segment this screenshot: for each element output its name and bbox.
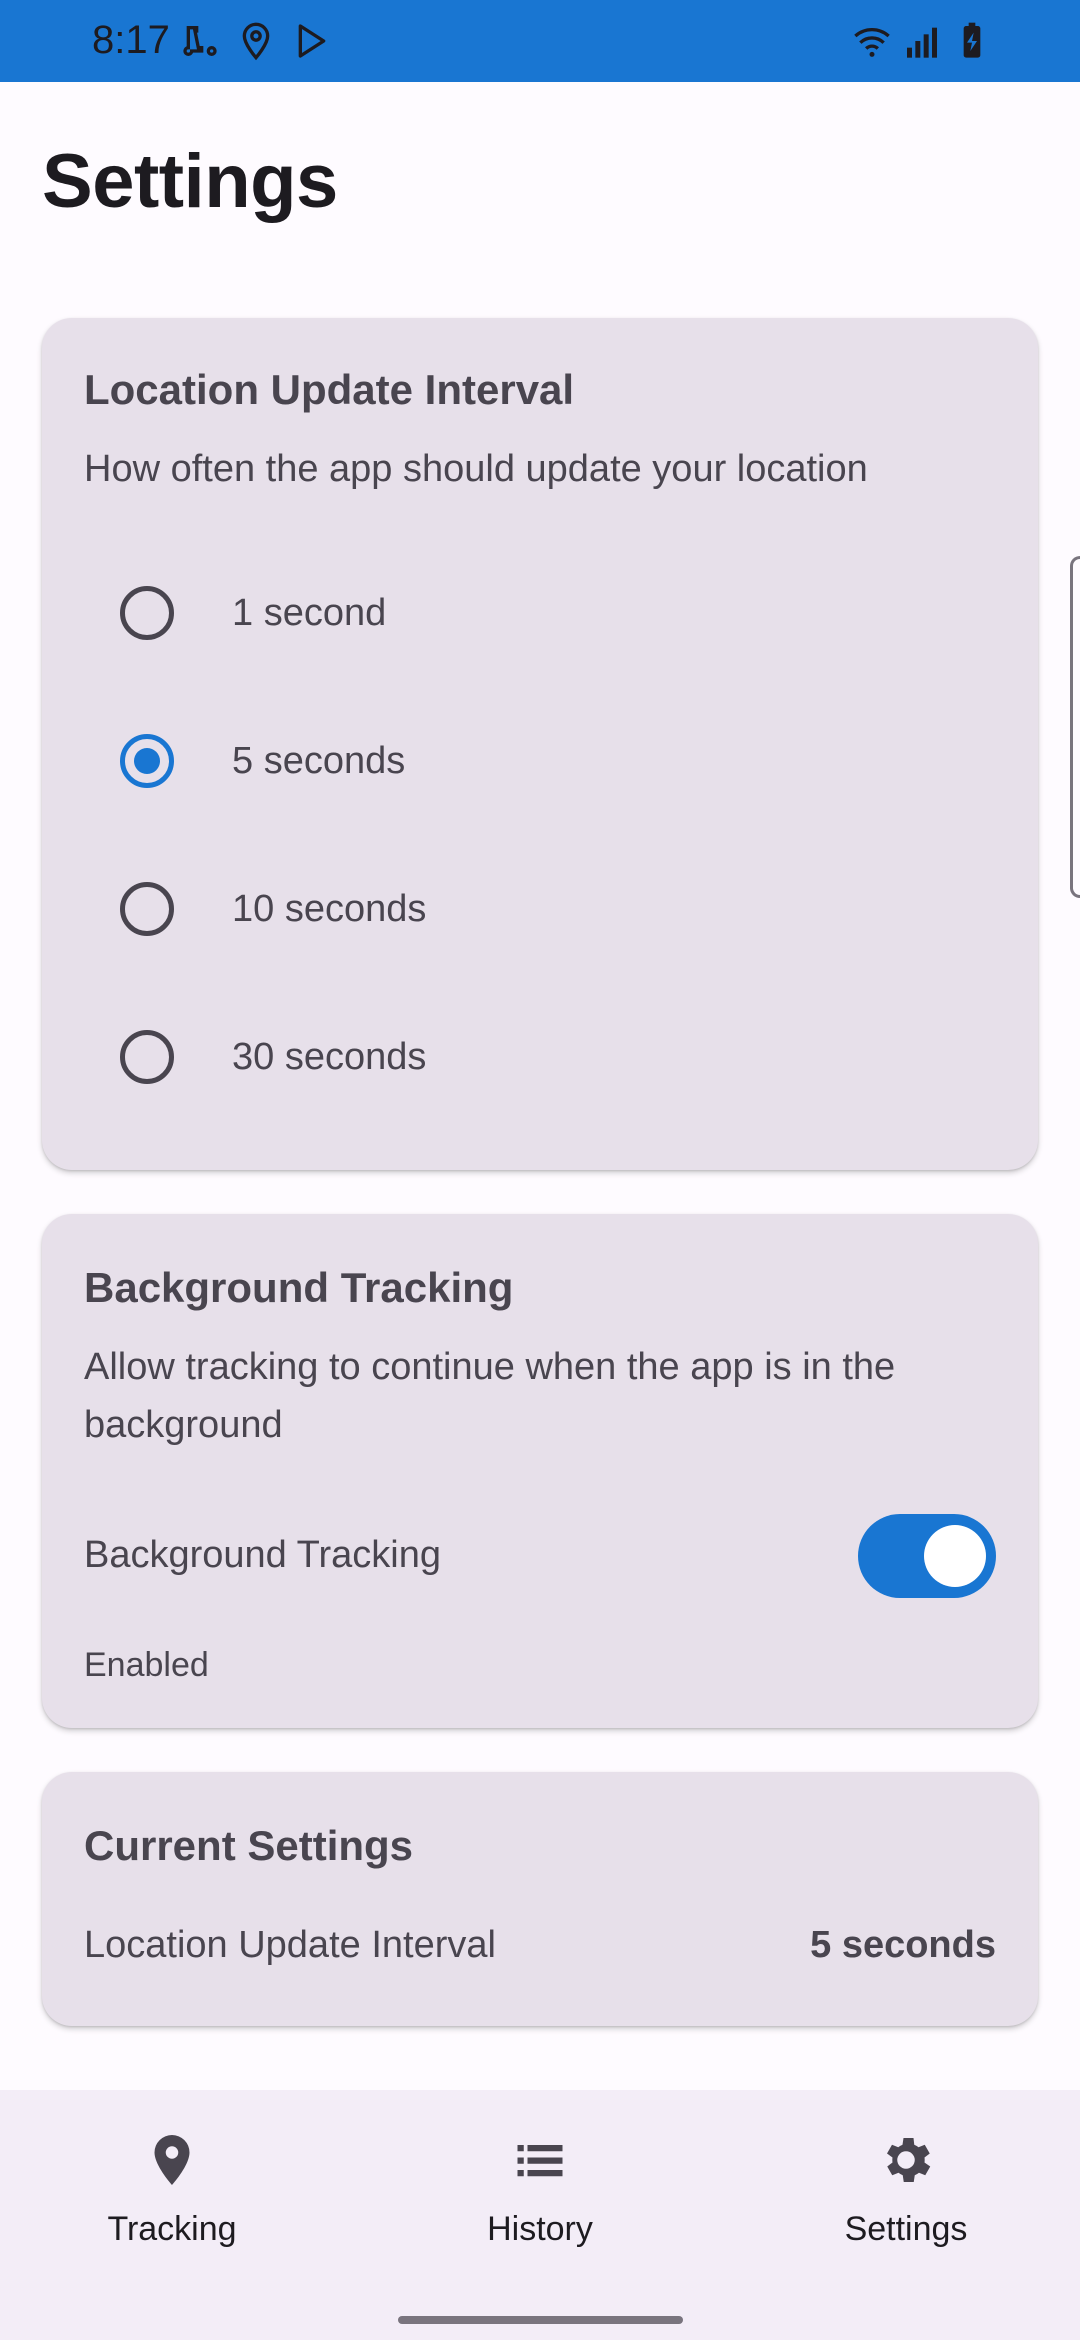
nav-label: Tracking [107,2210,237,2248]
radio-label: 5 seconds [232,740,406,782]
status-time: 8:17 [92,18,170,62]
current-settings-card: Current Settings Location Update Interva… [42,1772,1038,2026]
card-description: How often the app should update your loc… [84,448,868,490]
scooter-icon [183,26,217,56]
location-pin-icon [242,22,270,61]
location-pin-icon [154,2135,190,2185]
radio-label: 1 second [232,592,387,634]
gear-icon [887,2138,931,2182]
background-tracking-toggle[interactable] [858,1514,996,1598]
current-interval-label: Location Update Interval [84,1924,496,1966]
nav-item-history[interactable]: History [390,2130,690,2270]
radio-button[interactable] [120,586,174,640]
toggle-knob [924,1525,986,1587]
nav-label: History [487,2210,593,2248]
bottom-navigation: Tracking History Settings [0,2090,1080,2340]
current-interval-value: 5 seconds [810,1924,996,1966]
status-text: Enabled [84,1646,209,1684]
radio-button-selected[interactable] [120,734,174,788]
radio-label: 30 seconds [232,1036,427,1078]
home-indicator[interactable] [398,2316,683,2324]
radio-option-1-second[interactable]: 1 second [42,548,1038,678]
location-interval-card: Location Update Interval How often the a… [42,318,1038,1170]
card-description: Allow tracking to continue when the app … [84,1346,896,1446]
nav-item-tracking[interactable]: Tracking [22,2130,322,2270]
radio-label: 10 seconds [232,888,427,930]
radio-option-5-seconds[interactable]: 5 seconds [42,696,1038,826]
nav-item-settings[interactable]: Settings [756,2130,1056,2270]
card-title: Location Update Interval [84,366,575,413]
radio-option-30-seconds[interactable]: 30 seconds [42,992,1038,1122]
radio-option-10-seconds[interactable]: 10 seconds [42,844,1038,974]
play-store-icon [298,24,326,58]
toggle-label: Background Tracking [84,1534,441,1576]
card-title: Current Settings [84,1822,414,1869]
nav-label: Settings [844,2210,968,2248]
signal-icon [907,27,937,58]
list-icon [517,2145,563,2177]
background-tracking-card: Background Tracking Allow tracking to co… [42,1214,1038,1728]
radio-button[interactable] [120,1030,174,1084]
status-icons-left [180,20,332,62]
page-title: Settings [42,139,338,224]
battery-charging-icon [963,22,981,58]
scroll-indicator[interactable] [1070,556,1080,898]
wifi-icon [854,28,890,57]
status-icons-right [852,20,992,62]
card-title: Background Tracking [84,1264,514,1311]
radio-button[interactable] [120,882,174,936]
status-bar: 8:17 [0,0,1080,82]
